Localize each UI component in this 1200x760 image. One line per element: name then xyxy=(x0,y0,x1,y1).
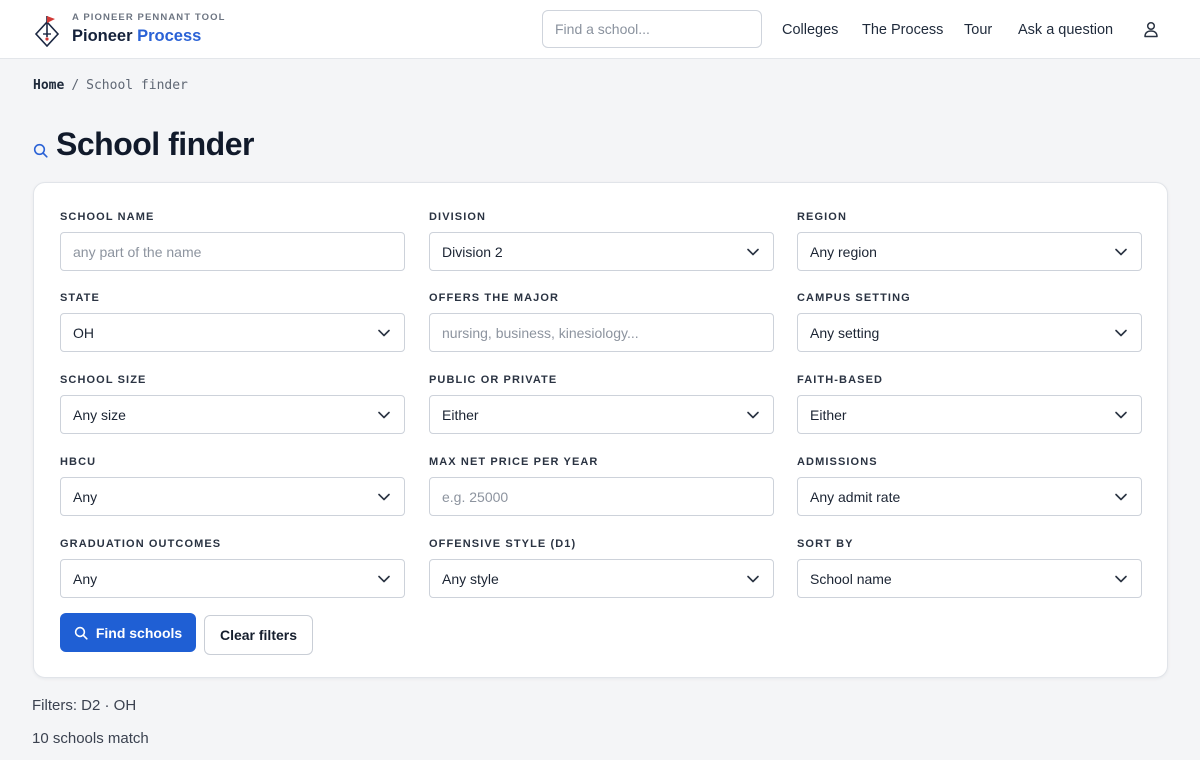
filter-card: SCHOOL NAME DIVISION Division 2 REGION A… xyxy=(33,182,1168,678)
chevron-down-icon xyxy=(1115,575,1127,582)
state-label: STATE xyxy=(60,292,100,304)
school-size-select-value: Any size xyxy=(73,406,126,423)
pennant-logo-icon xyxy=(34,15,60,47)
sort-by-select[interactable]: School name xyxy=(797,559,1142,598)
admissions-field: ADMISSIONS Any admit rate xyxy=(797,455,1142,516)
nav-link-colleges[interactable]: Colleges xyxy=(782,0,838,59)
page-title-row: School finder xyxy=(33,126,254,163)
faith-based-label: FAITH-BASED xyxy=(797,374,884,386)
major-field: OFFERS THE MAJOR xyxy=(429,291,774,352)
breadcrumb: Home / School finder xyxy=(33,78,188,93)
chevron-down-icon xyxy=(378,493,390,500)
school-name-field: SCHOOL NAME xyxy=(60,210,405,271)
division-field: DIVISION Division 2 xyxy=(429,210,774,271)
chevron-down-icon xyxy=(1115,248,1127,255)
find-schools-button[interactable]: Find schools xyxy=(60,613,196,652)
chevron-down-icon xyxy=(1115,411,1127,418)
chevron-down-icon xyxy=(378,575,390,582)
region-field: REGION Any region xyxy=(797,210,1142,271)
user-account-icon[interactable] xyxy=(1142,20,1160,38)
chevron-down-icon xyxy=(1115,329,1127,336)
brand-link[interactable]: A PIONEER PENNANT TOOL Pioneer Process xyxy=(34,12,226,47)
hbcu-label: HBCU xyxy=(60,456,97,468)
school-size-select[interactable]: Any size xyxy=(60,395,405,434)
state-select[interactable]: OH xyxy=(60,313,405,352)
school-size-label: SCHOOL SIZE xyxy=(60,374,147,386)
campus-setting-select-value: Any setting xyxy=(810,324,880,341)
hbcu-field: HBCU Any xyxy=(60,455,405,516)
brand-name: Pioneer Process xyxy=(72,25,226,47)
admissions-select-value: Any admit rate xyxy=(810,488,901,505)
region-select-value: Any region xyxy=(810,243,877,260)
public-private-label: PUBLIC OR PRIVATE xyxy=(429,374,558,386)
result-count: 10 schools match xyxy=(32,730,149,747)
max-net-price-label: MAX NET PRICE PER YEAR xyxy=(429,456,599,468)
page-title: School finder xyxy=(56,126,254,162)
graduation-outcomes-select-value: Any xyxy=(73,570,98,587)
admissions-select[interactable]: Any admit rate xyxy=(797,477,1142,516)
breadcrumb-separator: / xyxy=(71,78,80,93)
offensive-style-label: OFFENSIVE STYLE (D1) xyxy=(429,538,577,550)
campus-setting-select[interactable]: Any setting xyxy=(797,313,1142,352)
brand-name-prefix: Pioneer xyxy=(72,27,133,45)
header-search-input[interactable] xyxy=(542,10,762,48)
public-private-select-value: Either xyxy=(442,406,479,423)
nav-link-ask-a-question[interactable]: Ask a question xyxy=(1018,0,1113,59)
nav-link-tour[interactable]: Tour xyxy=(964,0,992,59)
campus-setting-field: CAMPUS SETTING Any setting xyxy=(797,291,1142,352)
public-private-select[interactable]: Either xyxy=(429,395,774,434)
school-name-label: SCHOOL NAME xyxy=(60,211,155,223)
chevron-down-icon xyxy=(1115,493,1127,500)
search-icon xyxy=(33,143,48,158)
graduation-outcomes-field: GRADUATION OUTCOMES Any xyxy=(60,537,405,598)
breadcrumb-home-link[interactable]: Home xyxy=(33,78,64,93)
offensive-style-select[interactable]: Any style xyxy=(429,559,774,598)
public-private-field: PUBLIC OR PRIVATE Either xyxy=(429,373,774,434)
school-name-input[interactable] xyxy=(60,232,405,271)
find-schools-label: Find schools xyxy=(95,624,183,641)
top-navigation-bar: A PIONEER PENNANT TOOL Pioneer Process C… xyxy=(0,0,1200,59)
faith-based-select[interactable]: Either xyxy=(797,395,1142,434)
faith-based-select-value: Either xyxy=(810,406,847,423)
graduation-outcomes-label: GRADUATION OUTCOMES xyxy=(60,538,222,550)
sort-by-select-value: School name xyxy=(810,570,892,587)
sort-by-label: SORT BY xyxy=(797,538,854,550)
faith-based-field: FAITH-BASED Either xyxy=(797,373,1142,434)
offensive-style-field: OFFENSIVE STYLE (D1) Any style xyxy=(429,537,774,598)
hbcu-select-value: Any xyxy=(73,488,98,505)
hbcu-select[interactable]: Any xyxy=(60,477,405,516)
chevron-down-icon xyxy=(378,329,390,336)
max-net-price-field: MAX NET PRICE PER YEAR xyxy=(429,455,774,516)
chevron-down-icon xyxy=(378,411,390,418)
breadcrumb-current: School finder xyxy=(86,78,188,93)
major-input[interactable] xyxy=(429,313,774,352)
brand-tagline: A PIONEER PENNANT TOOL xyxy=(72,12,226,23)
chevron-down-icon xyxy=(747,411,759,418)
campus-setting-label: CAMPUS SETTING xyxy=(797,292,911,304)
max-net-price-input[interactable] xyxy=(429,477,774,516)
school-size-field: SCHOOL SIZE Any size xyxy=(60,373,405,434)
division-select[interactable]: Division 2 xyxy=(429,232,774,271)
graduation-outcomes-select[interactable]: Any xyxy=(60,559,405,598)
chevron-down-icon xyxy=(747,248,759,255)
state-select-value: OH xyxy=(73,324,94,341)
region-select[interactable]: Any region xyxy=(797,232,1142,271)
admissions-label: ADMISSIONS xyxy=(797,456,878,468)
brand-name-suffix: Process xyxy=(137,27,202,45)
offensive-style-select-value: Any style xyxy=(442,570,499,587)
search-icon xyxy=(74,626,88,640)
active-filters-summary: Filters: D2 · OH xyxy=(32,697,137,714)
region-label: REGION xyxy=(797,211,847,223)
major-label: OFFERS THE MAJOR xyxy=(429,292,560,304)
sort-by-field: SORT BY School name xyxy=(797,537,1142,598)
state-field: STATE OH xyxy=(60,291,405,352)
clear-filters-button[interactable]: Clear filters xyxy=(204,615,313,655)
division-label: DIVISION xyxy=(429,211,487,223)
chevron-down-icon xyxy=(747,575,759,582)
nav-link-the-process[interactable]: The Process xyxy=(862,0,943,59)
division-select-value: Division 2 xyxy=(442,243,503,260)
